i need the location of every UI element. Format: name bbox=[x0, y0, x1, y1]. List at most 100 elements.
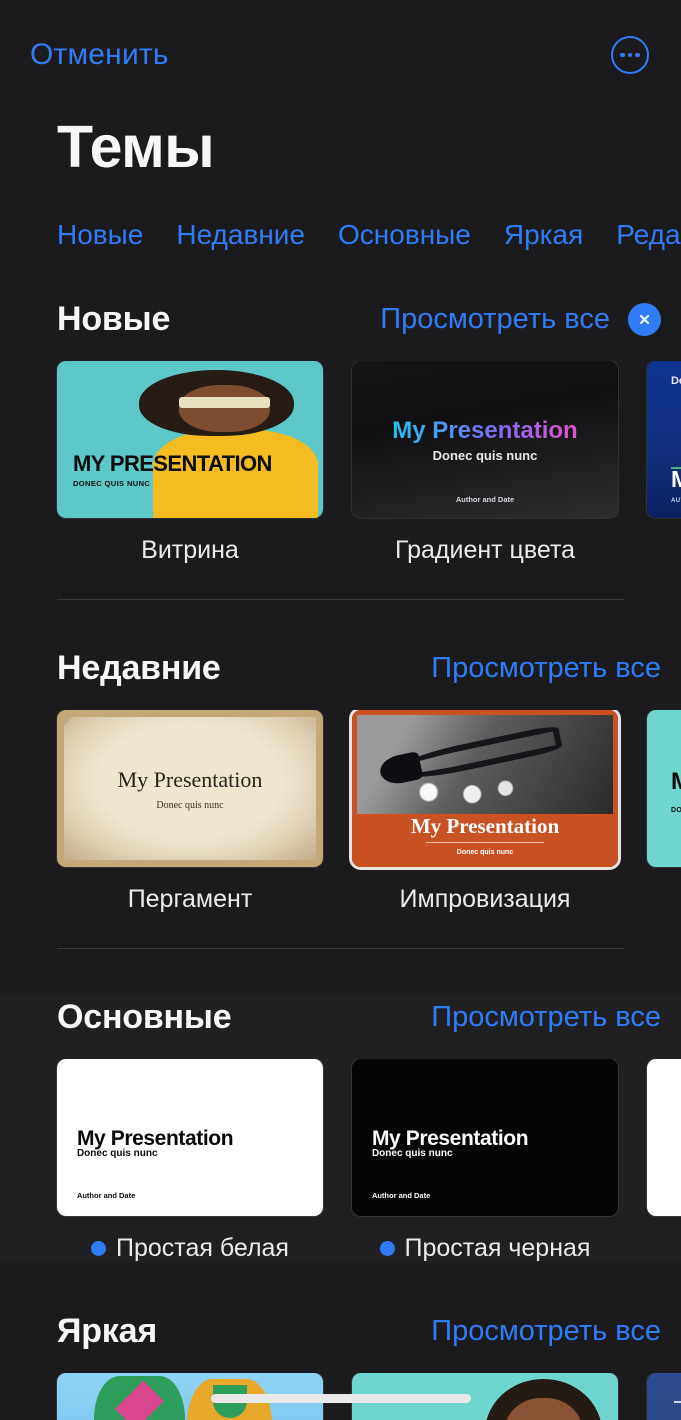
top-bar: Отменить bbox=[0, 0, 681, 110]
slide-subtitle: Donec quis nunc bbox=[432, 447, 538, 463]
more-dot bbox=[627, 52, 633, 58]
slide-author: Author and Date bbox=[76, 1191, 136, 1201]
slide-author: Author and Date bbox=[371, 1191, 431, 1201]
cancel-button[interactable]: Отменить bbox=[30, 38, 169, 72]
theme-card[interactable]: My Presentation Donec quis nunc Author a… bbox=[352, 1059, 618, 1263]
theme-card[interactable]: MY PRESENTATION DONEC QUIS NUNC Витрина bbox=[57, 361, 323, 565]
slide-photo bbox=[357, 715, 613, 814]
theme-thumbnail-parchment[interactable]: My Presentation Donec quis nunc bbox=[57, 710, 323, 867]
category-tabs[interactable]: Новые Недавние Основные Яркая Редакц bbox=[0, 219, 681, 251]
more-dot bbox=[620, 52, 625, 58]
see-all-button[interactable]: Просмотреть все bbox=[380, 303, 610, 336]
slide-subtitle: DONEC QUIS NUNC bbox=[670, 807, 681, 815]
theme-card[interactable]: My Presentation Donec quis nunc Author a… bbox=[352, 361, 618, 565]
section-recent: Недавние Просмотреть все My Presentation… bbox=[0, 644, 681, 949]
slide-author: Author and Date bbox=[455, 494, 515, 504]
theme-card[interactable]: My Presentation Donec quis nunc Author a… bbox=[57, 1059, 323, 1263]
close-icon[interactable] bbox=[628, 302, 661, 336]
slide-preview: MY PRESENTATION DONEC QUIS NUNC bbox=[57, 361, 323, 518]
trumpet-bell bbox=[377, 750, 424, 787]
photo-collar bbox=[115, 1380, 164, 1420]
slide-preview: My Presentation Donec quis nunc Author a… bbox=[352, 361, 618, 518]
slide-preview: Donec My AUTHOR AND DATE bbox=[647, 361, 681, 518]
section-header: Новые Просмотреть все bbox=[0, 295, 681, 343]
tab-basic[interactable]: Основные bbox=[338, 219, 471, 251]
slide-author: AUTHOR AND DATE bbox=[670, 497, 681, 504]
more-dot bbox=[635, 52, 640, 58]
theme-name: Простая белая bbox=[116, 1234, 289, 1262]
section-header: Основные Просмотреть все bbox=[0, 993, 681, 1041]
theme-thumbnail-simple-white[interactable]: My Presentation Donec quis nunc Author a… bbox=[57, 1059, 323, 1216]
theme-thumbnail-showcase[interactable]: MY PRESENTATION DONEC QUIS NUNC bbox=[57, 361, 323, 518]
tab-recent[interactable]: Недавние bbox=[176, 219, 305, 251]
slide-rule bbox=[673, 1401, 681, 1404]
theme-caption: Пергамент bbox=[57, 885, 323, 914]
theme-thumbnail-teal-bold[interactable]: MY PRESENTATION DONEC QUIS NUNC bbox=[647, 710, 681, 867]
section-basic: Основные Просмотреть все My Presentation… bbox=[0, 993, 681, 1263]
download-badge-icon bbox=[379, 1241, 395, 1256]
slide-subtitle: Donec quis nunc bbox=[156, 799, 224, 811]
theme-caption: Градиент цвета bbox=[352, 536, 618, 565]
theme-caption: Витрина bbox=[57, 536, 323, 565]
section-new: Новые Просмотреть все MY PRESENTATION DO… bbox=[0, 295, 681, 600]
theme-name: Импровизация bbox=[399, 885, 571, 913]
tab-editorial[interactable]: Редакц bbox=[616, 219, 681, 251]
slide-rule bbox=[426, 842, 544, 844]
slide-subtitle: Donec quis nunc bbox=[371, 1147, 453, 1159]
see-all-button[interactable]: Просмотреть все bbox=[431, 652, 661, 685]
theme-card[interactable]: My Presentation Donec quis nunc Пергамен… bbox=[57, 710, 323, 914]
theme-thumbnail-night[interactable]: Donec My AUTHOR AND DATE bbox=[647, 361, 681, 518]
see-all-button[interactable]: Просмотреть все bbox=[431, 1001, 661, 1034]
slide-title: My Presentation bbox=[117, 766, 263, 792]
theme-thumbnail-simple-black[interactable]: My Presentation Donec quis nunc Author a… bbox=[352, 1059, 618, 1216]
download-badge-icon bbox=[91, 1241, 106, 1256]
theme-row[interactable]: MY PRESENTATION DONEC QUIS NUNC Витрина … bbox=[0, 361, 681, 565]
section-title: Основные bbox=[57, 997, 232, 1036]
slide-title: My Presentation bbox=[392, 416, 578, 444]
theme-row[interactable]: My Presentation Donec quis nunc Author a… bbox=[0, 1059, 681, 1263]
slide-preview bbox=[647, 1373, 681, 1420]
theme-thumbnail-bold-3[interactable] bbox=[647, 1373, 681, 1420]
theme-caption: Простая белая bbox=[57, 1234, 323, 1263]
theme-name: Простая черная bbox=[404, 1234, 591, 1262]
photo-face bbox=[179, 384, 270, 432]
section-header: Недавние Просмотреть все bbox=[0, 644, 681, 692]
section-title: Недавние bbox=[57, 648, 221, 687]
section-divider bbox=[57, 599, 624, 600]
slide-title: My bbox=[670, 465, 681, 492]
more-options-icon[interactable] bbox=[611, 36, 649, 74]
slide-preview: MY PRESENTATION DONEC QUIS NUNC bbox=[647, 710, 681, 867]
tab-new[interactable]: Новые bbox=[57, 219, 143, 251]
theme-name: Градиент цвета bbox=[394, 536, 576, 564]
theme-card[interactable]: MY PRESENTATION DONEC QUIS NUNC bbox=[647, 710, 681, 914]
slide-preview: My Presentation Donec quis nunc bbox=[352, 710, 618, 867]
theme-caption: Импровизация bbox=[352, 885, 618, 914]
slide-title: My Presentation bbox=[410, 813, 560, 838]
home-indicator[interactable] bbox=[210, 1394, 471, 1403]
slide-subtitle: Donec bbox=[670, 375, 681, 388]
slide-title: MY PRESENTATION bbox=[72, 451, 272, 477]
slide-preview bbox=[647, 1059, 681, 1216]
theme-card[interactable] bbox=[647, 1059, 681, 1263]
section-title: Новые bbox=[57, 299, 171, 338]
theme-name: Витрина bbox=[141, 536, 239, 564]
see-all-button[interactable]: Просмотреть все bbox=[431, 1315, 661, 1348]
photo-glasses bbox=[179, 397, 270, 409]
theme-card[interactable]: Donec My AUTHOR AND DATE bbox=[647, 361, 681, 565]
section-divider bbox=[57, 948, 624, 949]
theme-card[interactable]: My Presentation Donec quis nunc Импровиз… bbox=[352, 710, 618, 914]
slide-subtitle: Donec quis nunc bbox=[76, 1147, 158, 1159]
theme-thumbnail-improvisation[interactable]: My Presentation Donec quis nunc bbox=[352, 710, 618, 867]
theme-row[interactable]: My Presentation Donec quis nunc Пергамен… bbox=[0, 710, 681, 914]
slide-preview: My Presentation Donec quis nunc Author a… bbox=[352, 1059, 618, 1216]
slide-subtitle: DONEC QUIS NUNC bbox=[72, 479, 151, 489]
section-bold: Яркая Просмотреть все AUTHOR AND DATE MY… bbox=[0, 1307, 681, 1420]
page-title: Темы bbox=[57, 114, 215, 180]
tab-bold[interactable]: Яркая bbox=[504, 219, 583, 251]
section-title: Яркая bbox=[57, 1311, 157, 1350]
theme-thumbnail-white-partial[interactable] bbox=[647, 1059, 681, 1216]
theme-card[interactable] bbox=[647, 1373, 681, 1420]
theme-thumbnail-color-gradient[interactable]: My Presentation Donec quis nunc Author a… bbox=[352, 361, 618, 518]
photo-person-green bbox=[94, 1376, 185, 1420]
themes-picker-screen: Отменить Темы Новые Недавние Основные Яр… bbox=[0, 0, 681, 1420]
